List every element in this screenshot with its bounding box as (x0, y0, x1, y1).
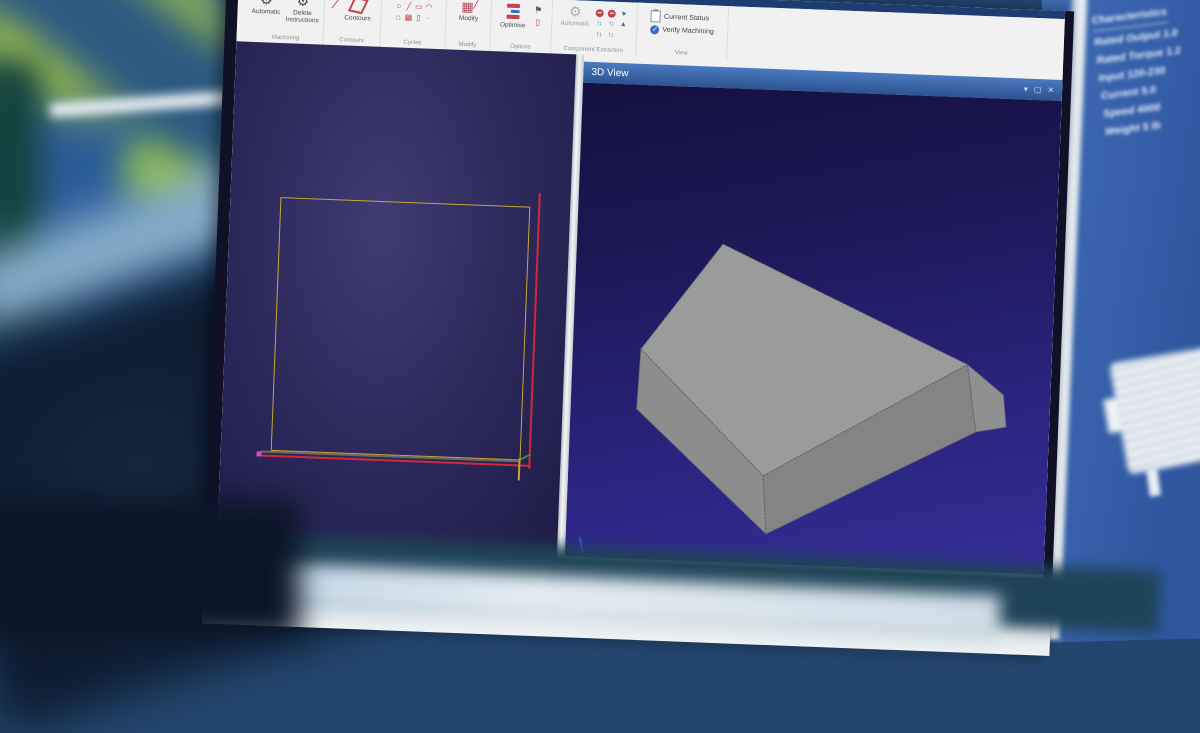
flag-icon: ⚑ (534, 3, 543, 18)
viewport-3d-title: 3D View (591, 67, 628, 79)
delete-cross-icon: ✕ (308, 0, 316, 5)
ribbon-group-options: Optimise ⚑ ▯ Options (490, 0, 553, 53)
doc-icon: ▯ (535, 18, 540, 27)
ribbon-group-contours: ╱ Contours Contours (323, 0, 382, 47)
modify-button[interactable]: ▦ ╱ Modify (453, 0, 484, 23)
ribbon-group-component-extraction: ⚙ Automatic ▲ ↑↓ ↑↓ ▲ ↑↓ ↑↓ Component Ex (551, 0, 638, 57)
line-tool-icon[interactable]: ╱ (406, 2, 411, 11)
contour-yellow-tail (518, 458, 521, 480)
gear-delete-icon: ⚙✕ (296, 0, 309, 9)
start-point-marker (256, 451, 261, 456)
toolpath-red-vertical-line (528, 193, 541, 469)
group-label-modify: Modify (447, 40, 487, 50)
float-window-icon[interactable]: ▢ (1034, 85, 1042, 94)
check-circle-icon: ✓ (650, 25, 659, 34)
clipboard-icon (651, 10, 661, 22)
automatic-extraction-button[interactable]: ⚙ Automatic (560, 4, 591, 28)
viewport-3d[interactable] (565, 83, 1062, 575)
gear-icon: ⚙ (260, 0, 273, 8)
foreground-dark-corner (0, 500, 300, 640)
stop-circle-icon (595, 9, 603, 17)
automatic-machining-button[interactable]: ⚙ Automatic (251, 0, 281, 16)
current-status-button[interactable]: Current Status (651, 10, 715, 24)
cloud-icon: ▲ (620, 20, 626, 28)
options-extra-buttons[interactable]: ⚑ ▯ (531, 3, 546, 28)
contour-diamond-icon (348, 0, 369, 14)
stock-block-3d (588, 83, 1061, 575)
pencil-icon: ╱ (473, 0, 479, 10)
gear-icon: ⚙ (569, 4, 582, 19)
panel-3d: 3D View ▾ ▢ ✕ (565, 55, 1063, 582)
ribbon-group-cycles: ○ ╱ ▭ ◠ ⌂ ▦ ▯ · Cycles (380, 0, 447, 49)
chevron-down-icon[interactable]: ▾ (1024, 85, 1028, 94)
close-icon[interactable]: ✕ (1047, 85, 1054, 94)
contour-yellow-rect (271, 197, 531, 460)
contours-button[interactable]: Contours (342, 0, 373, 23)
rect-tool-icon[interactable]: ▭ (415, 2, 423, 11)
slot-tool-icon[interactable]: ▯ (416, 13, 421, 22)
hatch-tool-icon[interactable]: ▦ (404, 13, 412, 22)
person-icon: ↑↓ (596, 31, 601, 39)
stop-circle-icon (607, 9, 615, 17)
optimise-bars-icon (506, 4, 520, 19)
ribbon-group-view: Current Status ✓ Verify Machining View (636, 3, 729, 60)
pocket-tool-icon[interactable]: ⌂ (396, 12, 401, 21)
extraction-icon-cluster[interactable]: ▲ ↑↓ ↑↓ ▲ ↑↓ ↑↓ (592, 5, 629, 41)
application-screen: ⚙ Automatic ⚙✕ Delete Instructions Machi… (217, 0, 1065, 582)
person-icon: ↑↓ (608, 31, 613, 39)
workspace: 3D View ▾ ▢ ✕ (217, 41, 1063, 581)
optimise-button[interactable]: Optimise (498, 1, 529, 29)
arc-tool-icon[interactable]: ◠ (425, 3, 432, 12)
pen-icon[interactable]: ╱ (332, 0, 342, 10)
ribbon-group-modify: ▦ ╱ Modify Modify (445, 0, 492, 51)
transfer-icon: ↑↓ (596, 20, 601, 28)
spec-text-block: Characteristics Rated Output 1.0 Rated T… (1091, 0, 1200, 142)
plane-arrow-icon: ▲ (618, 9, 628, 19)
modify-grid-icon: ▦ ╱ (461, 0, 476, 13)
transfer-icon: ↑↓ (608, 20, 613, 28)
circle-tool-icon[interactable]: ○ (396, 1, 401, 10)
ribbon-group-machining: ⚙ Automatic ⚙✕ Delete Instructions Machi… (248, 0, 325, 45)
verify-machining-button[interactable]: ✓ Verify Machining (650, 25, 714, 36)
viewport-2d[interactable] (217, 41, 576, 563)
delete-instructions-button[interactable]: ⚙✕ Delete Instructions (283, 0, 322, 25)
dot-tool-icon[interactable]: · (427, 14, 430, 23)
